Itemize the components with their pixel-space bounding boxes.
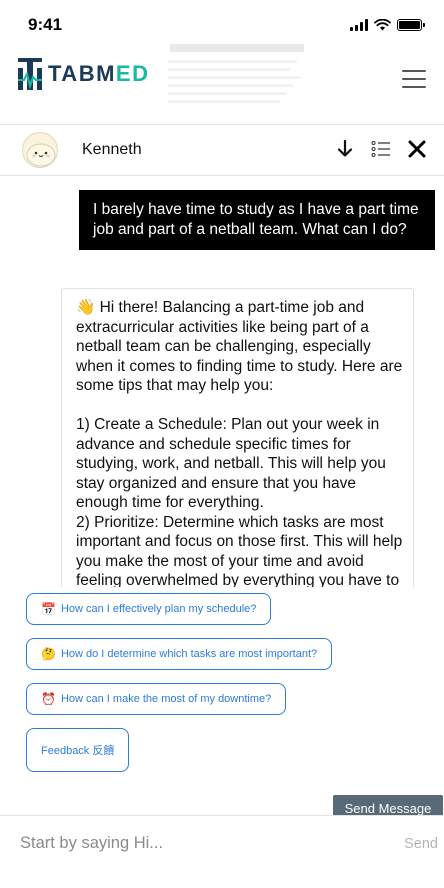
suggestion-chip-important-tasks[interactable]: 🤔 How do I determine which tasks are mos… bbox=[26, 638, 333, 670]
hamburger-menu-button[interactable] bbox=[402, 70, 426, 88]
cellular-signal-icon bbox=[350, 19, 368, 31]
status-bar: 9:41 bbox=[0, 0, 444, 44]
avatar bbox=[22, 132, 58, 168]
suggestion-label: How do I determine which tasks are most … bbox=[60, 648, 318, 660]
chat-header-actions bbox=[334, 138, 428, 160]
tabmed-logo[interactable]: TABMED bbox=[18, 58, 149, 90]
thinking-face-icon: 🤔 bbox=[41, 647, 56, 661]
chat-header: Kenneth bbox=[0, 124, 444, 176]
logo-mark-icon bbox=[18, 58, 42, 90]
bun-face-icon bbox=[26, 143, 56, 167]
message-composer: Send bbox=[0, 815, 444, 871]
alarm-clock-icon: ⏰ bbox=[41, 692, 56, 706]
user-message: I barely have time to study as I have a … bbox=[79, 190, 435, 250]
feedback-button[interactable]: Feedback 反饋 bbox=[26, 728, 130, 772]
message-input[interactable] bbox=[20, 830, 350, 856]
faded-text-lines bbox=[168, 60, 308, 108]
send-button[interactable]: Send bbox=[404, 836, 438, 852]
suggestion-label: How can I effectively plan my schedule? bbox=[60, 603, 257, 615]
suggestion-label: How can I make the most of my downtime? bbox=[60, 693, 272, 705]
suggestion-chip-plan-schedule[interactable]: 📅 How can I effectively plan my schedule… bbox=[26, 593, 272, 625]
close-icon[interactable] bbox=[406, 138, 428, 160]
logo-text: TABMED bbox=[48, 61, 150, 86]
faded-banner bbox=[170, 44, 304, 52]
agent-name: Kenneth bbox=[82, 141, 142, 158]
bot-message-intro: 👋 Hi there! Balancing a part-time job an… bbox=[76, 299, 403, 394]
arrow-down-icon[interactable] bbox=[334, 138, 356, 160]
suggestion-chips: 📅 How can I effectively plan my schedule… bbox=[26, 593, 436, 785]
message-list[interactable]: I barely have time to study as I have a … bbox=[0, 177, 444, 587]
app-header: TABMED bbox=[0, 44, 444, 120]
suggestion-chip-downtime[interactable]: ⏰ How can I make the most of my downtime… bbox=[26, 683, 287, 715]
bot-message: 👋 Hi there! Balancing a part-time job an… bbox=[61, 288, 414, 587]
battery-icon bbox=[397, 19, 425, 31]
bot-message-tips: 1) Create a Schedule: Plan out your week… bbox=[76, 416, 403, 587]
status-time: 9:41 bbox=[28, 15, 63, 34]
wifi-icon bbox=[374, 19, 391, 31]
status-icons bbox=[350, 19, 425, 31]
list-icon[interactable] bbox=[370, 138, 392, 160]
calendar-icon: 📅 bbox=[41, 602, 56, 616]
